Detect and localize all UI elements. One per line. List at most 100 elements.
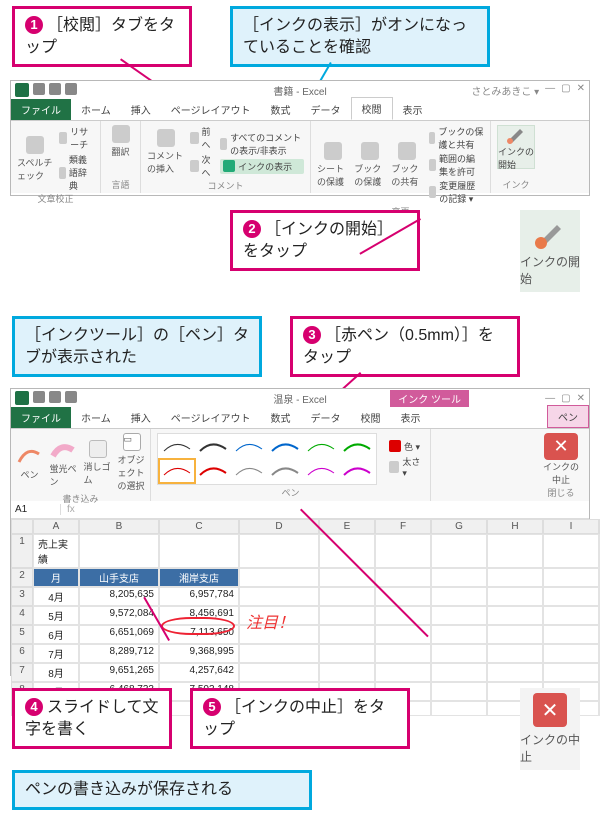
cell[interactable]: 5月 [33, 606, 79, 625]
row-header[interactable]: 3 [11, 587, 33, 606]
col-header[interactable]: G [431, 519, 487, 534]
show-ink-button[interactable]: インクの表示 [220, 159, 304, 174]
pen-swatch[interactable] [340, 460, 374, 482]
share-book-button[interactable]: ブックの共有 [391, 142, 422, 188]
translate-button[interactable]: 翻訳 [107, 125, 135, 158]
cell[interactable] [487, 625, 543, 644]
cell[interactable]: 9,651,265 [79, 663, 159, 682]
cell[interactable] [319, 606, 375, 625]
cell[interactable]: 売上実績 [33, 534, 79, 568]
cell[interactable] [431, 587, 487, 606]
cell[interactable] [543, 625, 599, 644]
cell[interactable] [487, 606, 543, 625]
cell[interactable] [543, 568, 599, 587]
protect-sheet-button[interactable]: シートの保護 [317, 142, 348, 188]
row-header[interactable]: 1 [11, 534, 33, 568]
tab-view[interactable]: 表示 [391, 407, 431, 428]
highlighter-button[interactable]: 蛍光ペン [50, 438, 78, 488]
tab-formula[interactable]: 数式 [261, 99, 301, 120]
tab-formula[interactable]: 数式 [261, 407, 301, 428]
col-header[interactable]: F [375, 519, 431, 534]
show-all-comments-button[interactable]: すべてのコメントの表示/非表示 [220, 131, 304, 157]
cell[interactable] [375, 606, 431, 625]
qat-undo-icon[interactable] [49, 83, 61, 95]
cell[interactable] [431, 644, 487, 663]
user-name[interactable]: さとみあきこ ▾ [471, 83, 539, 98]
select-button[interactable]: ▭オブジェクトの選択 [118, 433, 146, 492]
tab-review[interactable]: 校閲 [351, 407, 391, 428]
research-button[interactable]: リサーチ [59, 125, 94, 151]
cell[interactable] [319, 663, 375, 682]
pen-swatch[interactable] [304, 460, 338, 482]
tab-file[interactable]: ファイル [11, 407, 71, 428]
tab-insert[interactable]: 挿入 [121, 99, 161, 120]
cell[interactable] [431, 606, 487, 625]
pen-swatch[interactable] [304, 436, 338, 458]
protect-book-button[interactable]: ブックの保護 [354, 142, 385, 188]
allow-edit-button[interactable]: 範囲の編集を許可 [429, 152, 484, 178]
cell[interactable]: 6,957,784 [159, 587, 239, 606]
cell[interactable] [375, 663, 431, 682]
pen-gallery[interactable] [157, 433, 377, 485]
cell[interactable] [375, 625, 431, 644]
cell[interactable] [375, 644, 431, 663]
qat-save-icon[interactable] [33, 83, 45, 95]
ink-start-button[interactable]: インクの開始 [497, 125, 535, 169]
cell[interactable]: 月 [33, 568, 79, 587]
col-header[interactable]: D [239, 519, 319, 534]
cell[interactable]: 6月 [33, 625, 79, 644]
row-header[interactable]: 6 [11, 644, 33, 663]
pen-swatch[interactable] [232, 460, 266, 482]
close-icon[interactable]: ✕ [577, 393, 585, 404]
cell[interactable] [319, 625, 375, 644]
cell[interactable]: 4,257,642 [159, 663, 239, 682]
maximize-icon[interactable]: ▢ [561, 393, 570, 404]
cell[interactable] [487, 663, 543, 682]
col-header[interactable]: B [79, 519, 159, 534]
tab-data[interactable]: データ [301, 407, 351, 428]
fx-icon[interactable]: fx [61, 504, 81, 515]
tab-home[interactable]: ホーム [71, 407, 121, 428]
pen-swatch[interactable] [196, 460, 230, 482]
select-all[interactable] [11, 519, 33, 534]
pen-swatch[interactable] [340, 436, 374, 458]
cell[interactable] [431, 701, 487, 716]
pen-swatch[interactable] [160, 436, 194, 458]
maximize-icon[interactable]: ▢ [561, 83, 570, 98]
thesaurus-button[interactable]: 類義語辞典 [59, 153, 94, 192]
col-header[interactable]: C [159, 519, 239, 534]
cell[interactable]: 9,572,084 [79, 606, 159, 625]
minimize-icon[interactable]: — [545, 393, 555, 404]
cell[interactable] [239, 534, 319, 568]
cell[interactable] [543, 587, 599, 606]
cell[interactable] [487, 568, 543, 587]
row-header[interactable]: 5 [11, 625, 33, 644]
cell[interactable] [239, 644, 319, 663]
cell[interactable] [239, 587, 319, 606]
cell[interactable] [239, 568, 319, 587]
track-changes-button[interactable]: 変更履歴の記録 ▾ [429, 179, 484, 205]
tab-pen[interactable]: ペン [547, 405, 589, 428]
cell[interactable] [543, 606, 599, 625]
pen-swatch[interactable] [232, 436, 266, 458]
pen-weight-button[interactable]: 太さ ▾ [389, 455, 424, 479]
cell[interactable] [239, 663, 319, 682]
tab-layout[interactable]: ページレイアウト [161, 99, 261, 120]
pen-color-button[interactable]: 色 ▾ [389, 440, 424, 453]
col-header[interactable]: A [33, 519, 79, 534]
col-header[interactable]: E [319, 519, 375, 534]
cell[interactable]: 8月 [33, 663, 79, 682]
tab-review[interactable]: 校閲 [351, 97, 393, 120]
col-header[interactable]: I [543, 519, 599, 534]
close-icon[interactable]: ✕ [577, 83, 585, 98]
tab-data[interactable]: データ [301, 99, 351, 120]
row-header[interactable]: 2 [11, 568, 33, 587]
pen-swatch[interactable] [196, 436, 230, 458]
new-comment-button[interactable]: コメントの挿入 [147, 129, 184, 175]
cell[interactable] [543, 663, 599, 682]
cell[interactable] [543, 534, 599, 568]
pen-swatch-red-05mm[interactable] [160, 460, 194, 482]
tab-layout[interactable]: ページレイアウト [161, 407, 261, 428]
cell[interactable] [159, 534, 239, 568]
row-header[interactable]: 4 [11, 606, 33, 625]
